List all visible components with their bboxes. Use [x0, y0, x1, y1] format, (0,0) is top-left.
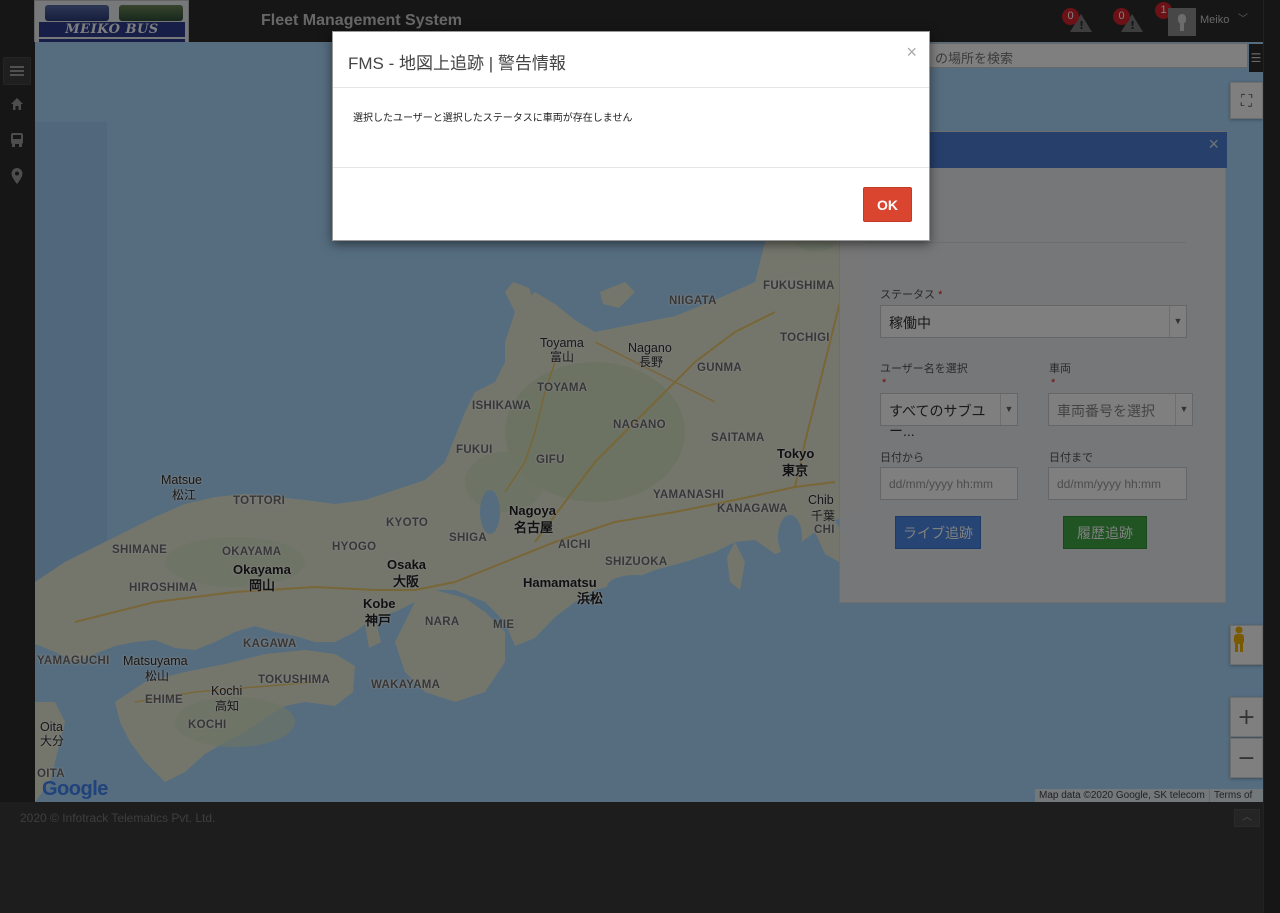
alert-modal: FMS - 地図上追跡 | 警告情報 × 選択したユーザーと選択したステータスに… [332, 31, 930, 241]
ok-button[interactable]: OK [863, 187, 912, 222]
modal-title: FMS - 地図上追跡 | 警告情報 [348, 54, 566, 73]
modal-body: 選択したユーザーと選択したステータスに車両が存在しません [333, 88, 929, 168]
modal-message: 選択したユーザーと選択したステータスに車両が存在しません [353, 113, 633, 124]
close-icon[interactable]: × [906, 42, 917, 63]
modal-header: FMS - 地図上追跡 | 警告情報 × [333, 32, 929, 88]
